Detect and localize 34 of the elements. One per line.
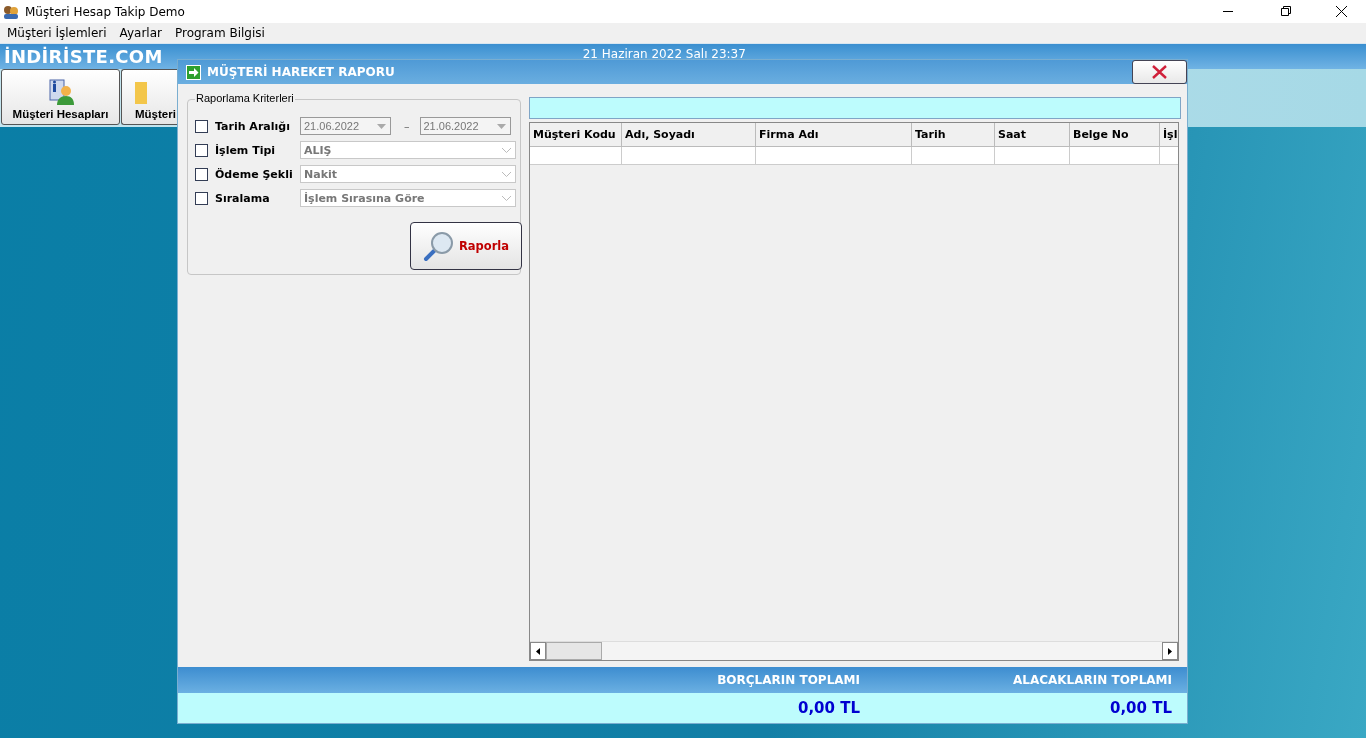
menu-item[interactable]: Ayarlar [114, 26, 167, 40]
close-icon[interactable] [1336, 6, 1347, 17]
scroll-left-button[interactable] [530, 642, 546, 660]
date-time: 21 Haziran 2022 Salı 23:37 [582, 47, 746, 61]
report-button[interactable]: Raporla [410, 222, 522, 270]
criteria-label: Ödeme Şekli [215, 167, 294, 181]
total-label: BORÇLARIN TOPLAMI [178, 667, 875, 693]
dialog-title: MÜŞTERİ HAREKET RAPORU [207, 65, 395, 79]
arrow-icon [186, 64, 201, 80]
toolbar-button[interactable]: Müşteri [121, 69, 177, 125]
search-icon [422, 230, 455, 262]
menu-item[interactable]: Program Bilgisi [169, 26, 270, 40]
app-icon [3, 4, 19, 19]
total-value: 0,00 TL [875, 693, 1187, 723]
group-title: Raporlama Kriterleri [195, 92, 295, 104]
left-arrow-icon [536, 647, 540, 655]
restore-icon[interactable] [1281, 6, 1291, 16]
horizontal-scrollbar[interactable] [530, 641, 1178, 660]
criteria-label: Sıralama [215, 191, 271, 205]
criteria-label: İşlem Tipi [215, 143, 277, 157]
total-value: 0,00 TL [178, 693, 875, 723]
close-button[interactable] [1132, 60, 1187, 84]
site-logo: İNDİRİSTE.COM [4, 46, 163, 67]
toolbar-button[interactable]: Müşteri Hesapları [1, 69, 120, 125]
close-icon [1152, 65, 1167, 79]
range-separator: – [404, 119, 410, 133]
menu-item[interactable]: Müşteri İşlemleri [2, 26, 112, 40]
window-title: Müşteri Hesap Takip Demo [25, 4, 185, 19]
total-label: ALACAKLARIN TOPLAMI [875, 667, 1187, 693]
scroll-right-button[interactable] [1162, 642, 1178, 660]
criteria-label: Tarih Aralığı [215, 119, 291, 133]
scrollbar-thumb[interactable] [546, 642, 602, 660]
customer-card-icon [47, 78, 74, 106]
right-arrow-icon [1168, 647, 1172, 655]
